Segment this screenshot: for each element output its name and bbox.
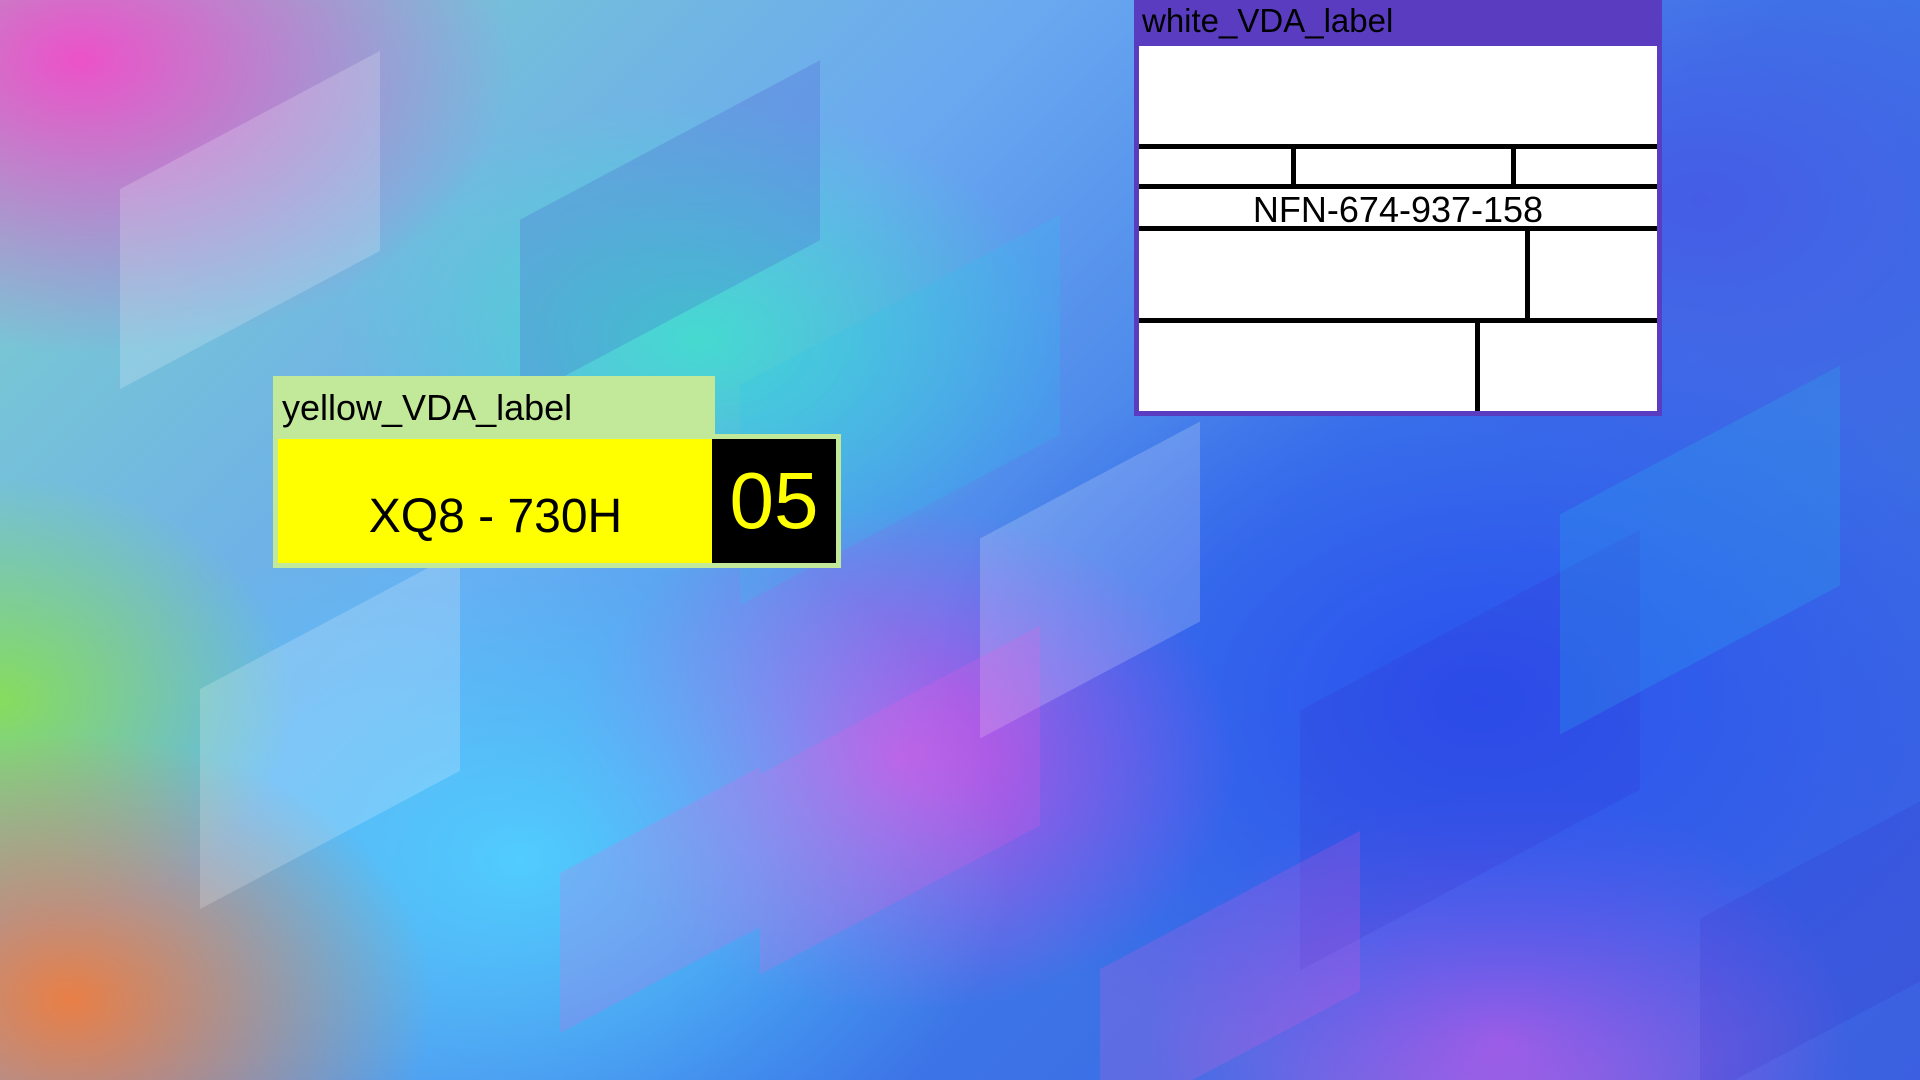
grid-line <box>1139 144 1657 149</box>
wallpaper-shard <box>1560 365 1840 735</box>
yellow-label-number: 05 <box>712 439 836 563</box>
wallpaper-shard <box>120 50 380 390</box>
white-label-serial: NFN-674-937-158 <box>1252 189 1544 230</box>
yellow-vda-label[interactable]: yellow_VDA_label XQ8 - 730H 05 <box>273 376 841 568</box>
grid-line <box>1475 318 1480 411</box>
wallpaper-shard <box>200 550 460 910</box>
white-label-title: white_VDA_label <box>1134 0 1662 46</box>
yellow-label-body[interactable]: XQ8 - 730H 05 <box>273 434 841 568</box>
wallpaper-shard <box>560 766 760 1034</box>
wallpaper-shard <box>520 60 820 400</box>
grid-line <box>1291 144 1296 184</box>
grid-line <box>1139 318 1657 323</box>
wallpaper-shard <box>1700 801 1920 1080</box>
grid-line <box>1139 226 1657 231</box>
yellow-label-code: XQ8 - 730H <box>368 490 623 543</box>
wallpaper-shard <box>760 625 1040 975</box>
white-vda-label[interactable]: white_VDA_label NFN-674-937-158 <box>1134 0 1662 416</box>
wallpaper-shard <box>1100 830 1360 1080</box>
white-label-body[interactable]: NFN-674-937-158 <box>1134 46 1662 416</box>
grid-line <box>1525 226 1530 318</box>
yellow-label-title: yellow_VDA_label <box>273 376 715 434</box>
grid-line <box>1511 144 1516 184</box>
